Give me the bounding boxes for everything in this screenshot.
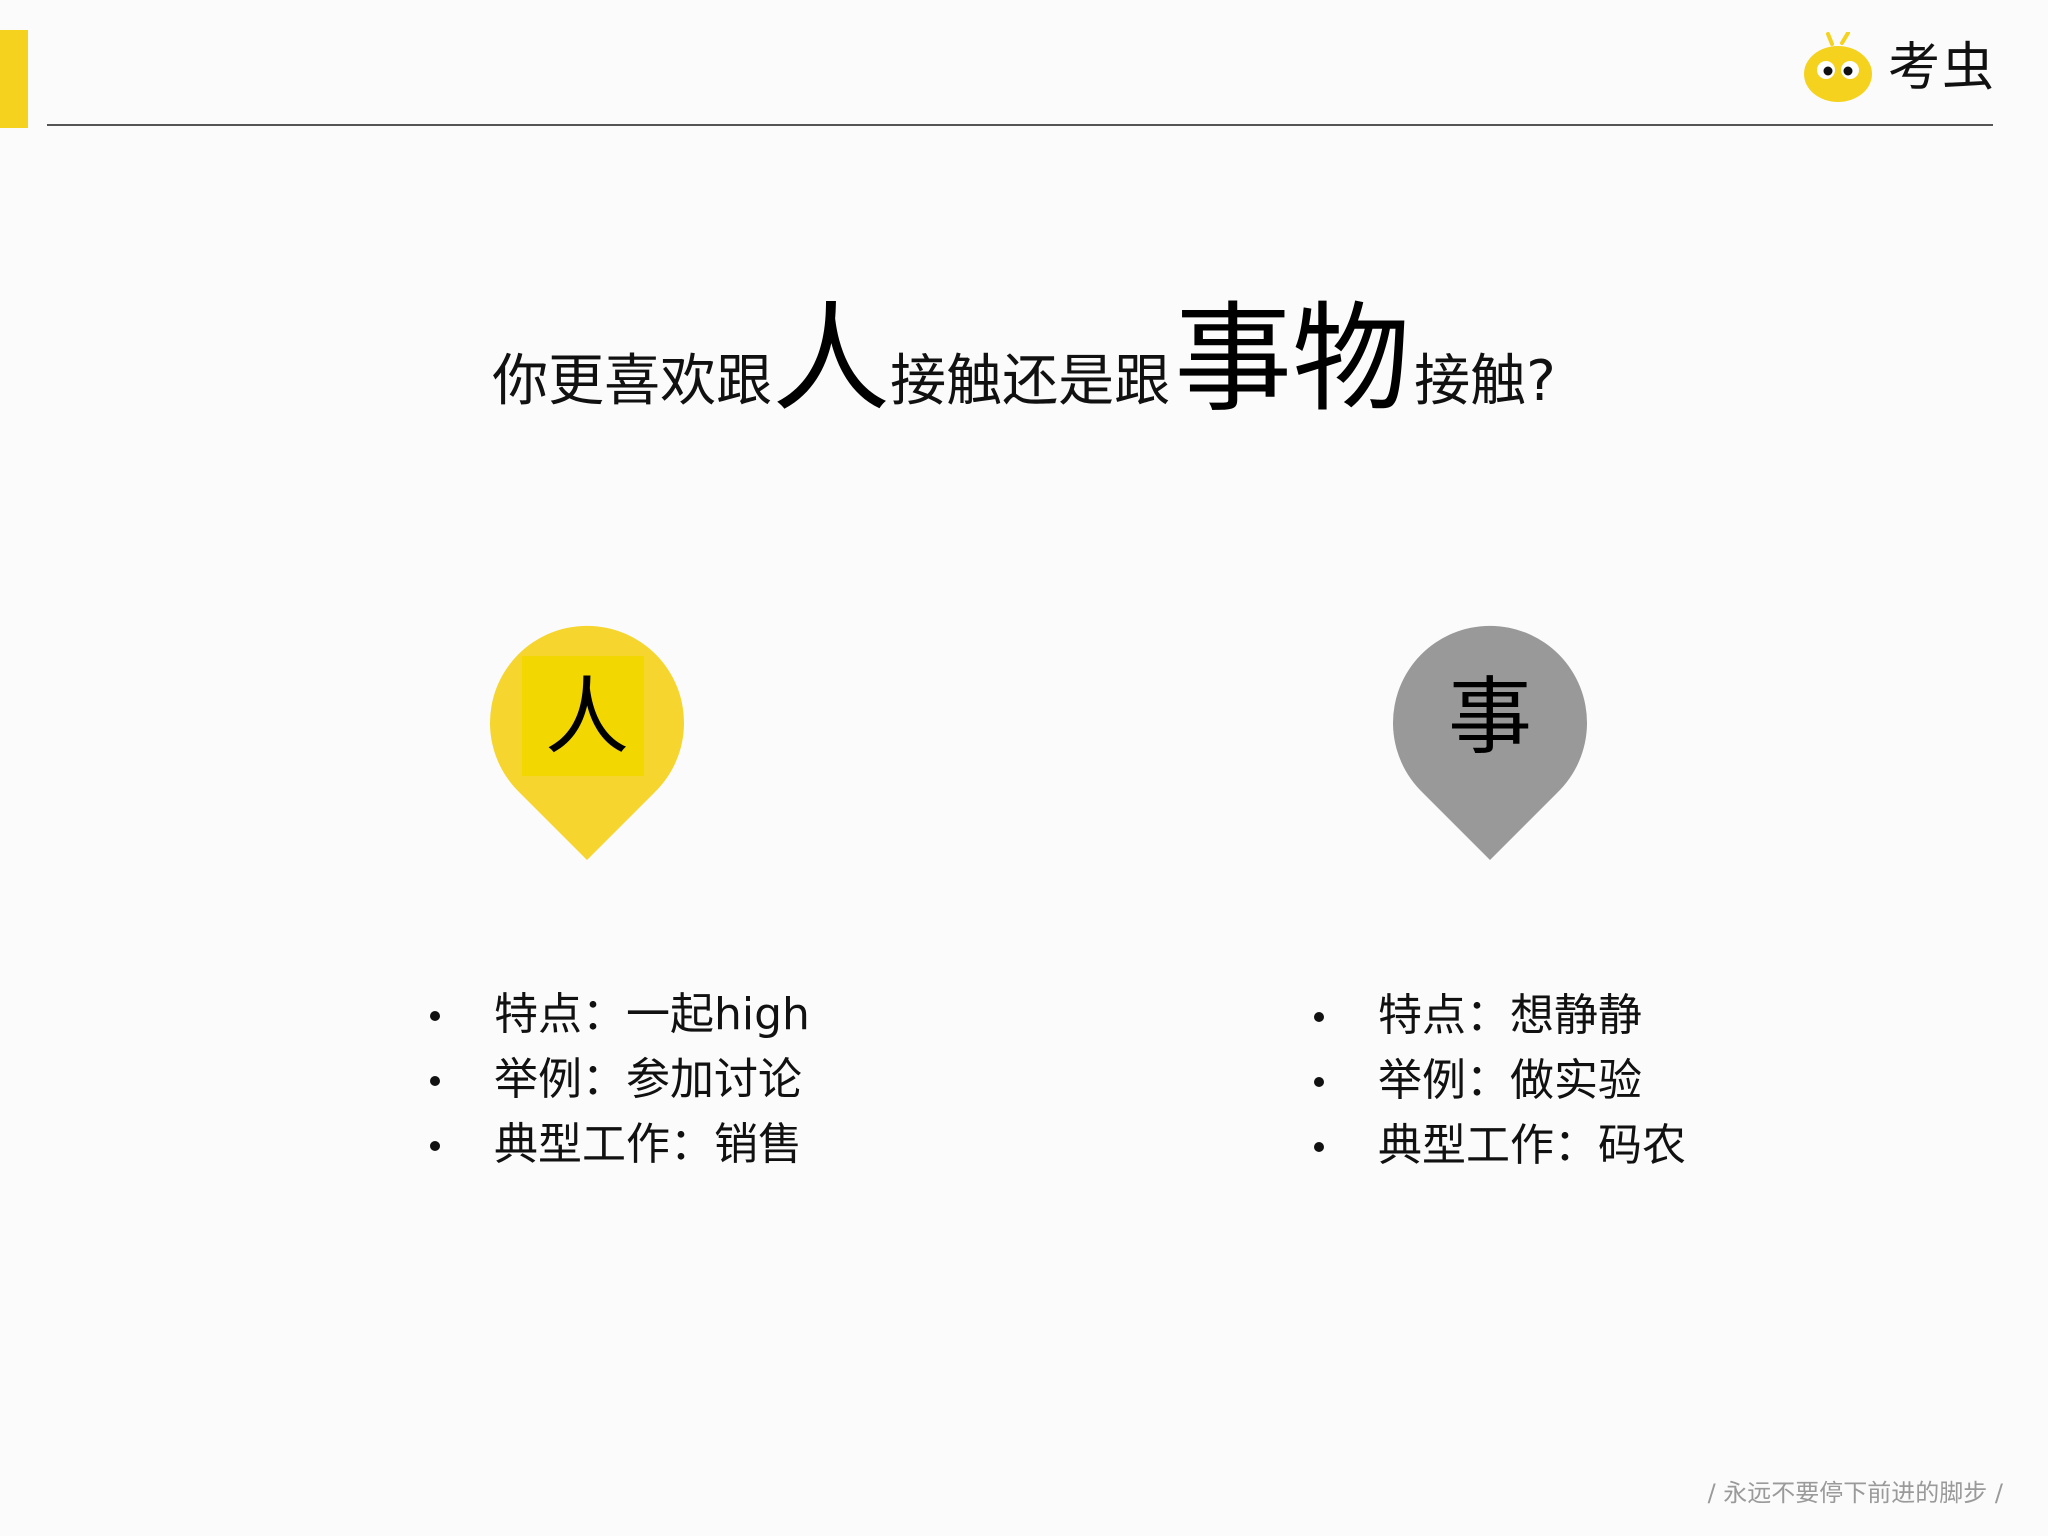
bullet-dot <box>1314 1077 1324 1087</box>
list-item-text: 举例：做实验 <box>1378 1055 1642 1106</box>
footer-slogan: / 永远不要停下前进的脚步 / <box>1707 1479 2003 1507</box>
list-item: 特点：想静静 <box>1314 983 1686 1048</box>
bullet-dot <box>430 1141 440 1151</box>
header-divider <box>47 124 1993 126</box>
list-item-text: 典型工作：码农 <box>1378 1120 1686 1171</box>
people-pin-marker: 人 <box>490 620 684 860</box>
list-item-text: 举例：参加讨论 <box>494 1054 802 1105</box>
list-item: 举例：参加讨论 <box>430 1047 810 1112</box>
list-item-text: 特点：想静静 <box>1378 990 1642 1041</box>
bullet-dot <box>1314 1012 1324 1022</box>
brand-logo: 考虫 <box>1802 28 1996 108</box>
header-accent-bar <box>0 30 28 128</box>
things-bullet-list: 特点：想静静 举例：做实验 典型工作：码农 <box>1314 983 1686 1178</box>
headline-part-3: 接触? <box>1414 349 1556 414</box>
list-item-text: 特点：一起high <box>494 989 810 1040</box>
list-item: 举例：做实验 <box>1314 1048 1686 1113</box>
people-symbol: 人 <box>544 668 629 766</box>
mascot-icon <box>1803 32 1872 102</box>
people-bullet-list: 特点：一起high 举例：参加讨论 典型工作：销售 <box>430 982 810 1177</box>
brand-name: 考虫 <box>1887 38 1996 98</box>
bullet-dot <box>430 1011 440 1021</box>
list-item: 典型工作：销售 <box>430 1112 810 1177</box>
things-symbol: 事 <box>1447 668 1532 766</box>
headline-emphasis-things: 事物 <box>1174 290 1411 428</box>
bullet-dot <box>430 1076 440 1086</box>
things-pin-marker: 事 <box>1393 620 1587 860</box>
headline-part-1: 你更喜欢跟 <box>492 349 773 414</box>
page-title: 你更喜欢跟人接触还是跟事物接触? <box>0 300 2048 418</box>
headline-part-2: 接触还是跟 <box>890 349 1171 414</box>
list-item-text: 典型工作：销售 <box>494 1119 802 1170</box>
headline-emphasis-people: 人 <box>772 290 891 428</box>
bullet-dot <box>1314 1142 1324 1152</box>
list-item: 典型工作：码农 <box>1314 1113 1686 1178</box>
list-item: 特点：一起high <box>430 982 810 1047</box>
